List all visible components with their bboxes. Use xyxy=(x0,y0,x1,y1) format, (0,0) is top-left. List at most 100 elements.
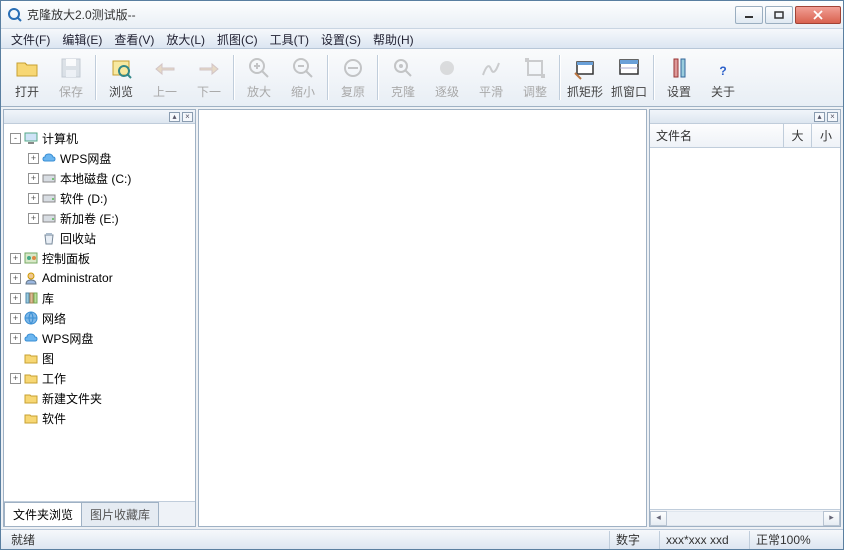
tree-item[interactable]: +控制面板 xyxy=(6,248,193,268)
expand-icon[interactable]: + xyxy=(10,293,21,304)
toolbar: 打开保存浏览上一下一放大缩小复原克隆逐级平滑调整抓矩形抓窗口设置?关于 xyxy=(1,49,843,107)
expand-icon[interactable]: + xyxy=(28,193,39,204)
cloud-icon xyxy=(23,330,39,346)
scroll-right-icon[interactable]: ▸ xyxy=(823,511,840,526)
tree-label: 图 xyxy=(42,350,54,367)
minimize-button[interactable] xyxy=(735,6,763,24)
folder-tree[interactable]: -计算机+WPS网盘+本地磁盘 (C:)+软件 (D:)+新加卷 (E:)回收站… xyxy=(4,124,195,501)
tree-item[interactable]: + 本地磁盘 (C:) xyxy=(6,168,193,188)
toolbar-label: 上一 xyxy=(153,83,177,100)
toolbar-folder-button[interactable]: 打开 xyxy=(5,51,49,104)
zoom-in-icon xyxy=(246,55,272,81)
recycle-icon xyxy=(41,230,57,246)
panel-pin-icon[interactable]: ▴ xyxy=(169,112,180,122)
tree-label: 本地磁盘 (C:) xyxy=(60,170,131,187)
horizontal-scrollbar[interactable]: ◂ ▸ xyxy=(650,509,840,526)
toolbar-label: 浏览 xyxy=(109,83,133,100)
tree-item[interactable]: + 软件 (D:) xyxy=(6,188,193,208)
menu-item[interactable]: 帮助(H) xyxy=(367,29,420,48)
toolbar-label: 抓窗口 xyxy=(611,83,647,100)
drive-icon xyxy=(41,190,57,206)
col-size-small[interactable]: 小 xyxy=(812,124,840,147)
menu-item[interactable]: 查看(V) xyxy=(108,29,160,48)
tree-item[interactable]: +WPS网盘 xyxy=(6,328,193,348)
toolbar-separator xyxy=(95,55,97,100)
tree-label: 网络 xyxy=(42,310,66,327)
menu-item[interactable]: 抓图(C) xyxy=(211,29,264,48)
browse-icon xyxy=(108,55,134,81)
col-filename[interactable]: 文件名 xyxy=(650,124,784,147)
zoom-out-icon xyxy=(290,55,316,81)
tree-label: 软件 (D:) xyxy=(60,190,107,207)
tree-item[interactable]: 软件 xyxy=(6,408,193,428)
expand-placeholder xyxy=(10,393,21,404)
expand-placeholder xyxy=(10,413,21,424)
expand-icon[interactable]: + xyxy=(28,213,39,224)
tree-item[interactable]: 图 xyxy=(6,348,193,368)
expand-icon[interactable]: + xyxy=(10,333,21,344)
maximize-button[interactable] xyxy=(765,6,793,24)
folder-y-icon xyxy=(23,390,39,406)
toolbar-label: 逐级 xyxy=(435,83,459,100)
toolbar-capture-win-button[interactable]: 抓窗口 xyxy=(607,51,651,104)
expand-icon[interactable]: + xyxy=(10,253,21,264)
folder-y-icon xyxy=(23,370,39,386)
menu-item[interactable]: 文件(F) xyxy=(5,29,56,48)
menu-item[interactable]: 设置(S) xyxy=(315,29,367,48)
expand-icon[interactable]: + xyxy=(10,373,21,384)
tree-item[interactable]: + 工作 xyxy=(6,368,193,388)
tree-item[interactable]: 新建文件夹 xyxy=(6,388,193,408)
tree-label: 工作 xyxy=(42,370,66,387)
panel-pin-icon[interactable]: ▴ xyxy=(814,112,825,122)
tree-item[interactable]: +Administrator xyxy=(6,268,193,288)
scroll-track[interactable] xyxy=(667,511,823,526)
drive-icon xyxy=(41,210,57,226)
toolbar-about-button[interactable]: ?关于 xyxy=(701,51,745,104)
tree-item[interactable]: +WPS网盘 xyxy=(6,148,193,168)
toolbar-clone-button: 克隆 xyxy=(381,51,425,104)
network-icon xyxy=(23,310,39,326)
close-button[interactable] xyxy=(795,6,841,24)
panel-close-icon[interactable]: × xyxy=(182,112,193,122)
library-icon xyxy=(23,290,39,306)
left-panel-header: ▴ × xyxy=(4,110,195,124)
tree-item[interactable]: +新加卷 (E:) xyxy=(6,208,193,228)
scroll-left-icon[interactable]: ◂ xyxy=(650,511,667,526)
tree-item[interactable]: -计算机 xyxy=(6,128,193,148)
menu-item[interactable]: 放大(L) xyxy=(160,29,211,48)
expand-icon[interactable]: + xyxy=(10,313,21,324)
toolbar-label: 缩小 xyxy=(291,83,315,100)
col-size-big[interactable]: 大 xyxy=(784,124,812,147)
expand-icon[interactable]: + xyxy=(10,273,21,284)
tree-label: 软件 xyxy=(42,410,66,427)
file-list[interactable] xyxy=(650,148,840,509)
panel-close-icon[interactable]: × xyxy=(827,112,838,122)
computer-icon xyxy=(23,130,39,146)
folder-y-icon xyxy=(23,410,39,426)
toolbar-label: 设置 xyxy=(667,83,691,100)
collapse-icon[interactable]: - xyxy=(10,133,21,144)
expand-icon[interactable]: + xyxy=(28,153,39,164)
statusbar: 就绪 数字 xxx*xxx xxd 正常100% xyxy=(1,529,843,549)
toolbar-separator xyxy=(327,55,329,100)
titlebar[interactable]: 克隆放大2.0测试版-- xyxy=(1,1,843,29)
tree-item[interactable]: 回收站 xyxy=(6,228,193,248)
toolbar-capture-rect-button[interactable]: 抓矩形 xyxy=(563,51,607,104)
toolbar-label: 克隆 xyxy=(391,83,415,100)
tree-label: 回收站 xyxy=(60,230,96,247)
expand-icon[interactable]: + xyxy=(28,173,39,184)
toolbar-hand-right-button: 下一 xyxy=(187,51,231,104)
menu-item[interactable]: 编辑(E) xyxy=(56,29,108,48)
tab-folder-browse[interactable]: 文件夹浏览 xyxy=(4,502,82,526)
menu-item[interactable]: 工具(T) xyxy=(264,29,315,48)
toolbar-browse-button[interactable]: 浏览 xyxy=(99,51,143,104)
control-icon xyxy=(23,250,39,266)
tree-label: 新建文件夹 xyxy=(42,390,102,407)
tree-label: 库 xyxy=(42,290,54,307)
tree-item[interactable]: + 网络 xyxy=(6,308,193,328)
tree-item[interactable]: +库 xyxy=(6,288,193,308)
menubar: 文件(F)编辑(E)查看(V)放大(L)抓图(C)工具(T)设置(S)帮助(H) xyxy=(1,29,843,49)
status-zoom: 正常100% xyxy=(749,531,839,549)
toolbar-settings-button[interactable]: 设置 xyxy=(657,51,701,104)
tab-image-favorites[interactable]: 图片收藏库 xyxy=(81,502,159,526)
